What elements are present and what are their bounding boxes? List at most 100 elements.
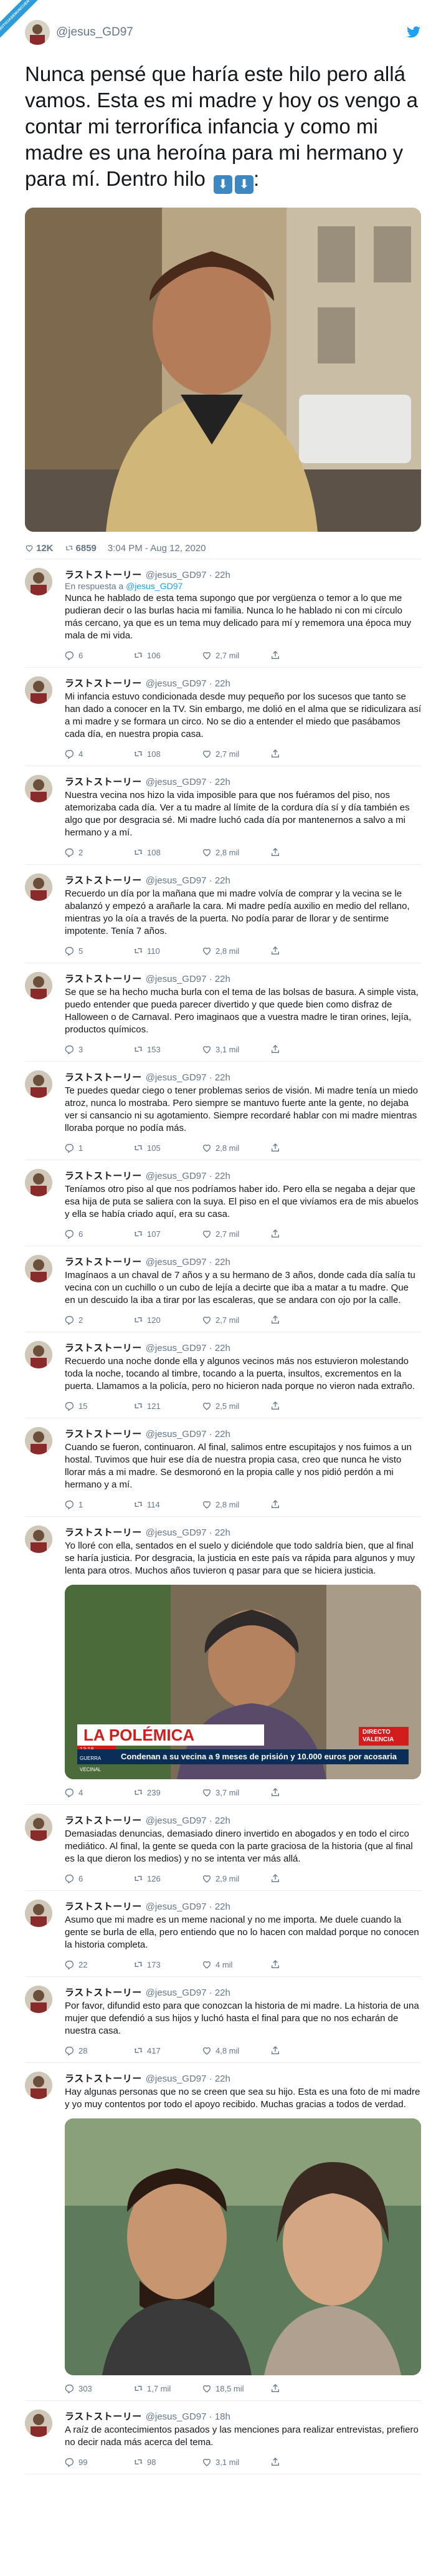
time-ago[interactable]: · 22h bbox=[209, 875, 230, 886]
reply-button[interactable]: 15 bbox=[65, 1401, 133, 1411]
reply-tweet[interactable]: ラストストーリー @jesus_GD97 · 22h Mi infancia est… bbox=[25, 668, 421, 766]
like-button[interactable]: 2,7 mil bbox=[202, 749, 270, 759]
reply-button[interactable]: 5 bbox=[65, 946, 133, 956]
retweet-button[interactable]: 417 bbox=[133, 2045, 202, 2055]
user-handle[interactable]: @jesus_GD97 bbox=[146, 1901, 207, 1912]
retweet-button[interactable]: 1,7 mil bbox=[133, 2383, 202, 2393]
reply-tweet[interactable]: ラストストーリー @jesus_GD97 · 22h Por favor, difu… bbox=[25, 1977, 421, 2063]
time-ago[interactable]: · 18h bbox=[209, 2411, 230, 2422]
retweet-button[interactable]: 106 bbox=[133, 650, 202, 660]
reply-tweet[interactable]: ラストストーリー @jesus_GD97 · 22h Nuestra vecina … bbox=[25, 766, 421, 865]
reply-tweet[interactable]: ラストストーリー @jesus_GD97 · 22h En respuesta a … bbox=[25, 559, 421, 668]
share-button[interactable] bbox=[270, 1787, 289, 1797]
like-button[interactable]: 2,7 mil bbox=[202, 1229, 270, 1239]
user-handle[interactable]: @jesus_GD97 bbox=[146, 1815, 207, 1826]
like-button[interactable]: 2,7 mil bbox=[202, 650, 270, 660]
time-ago[interactable]: · 22h bbox=[209, 1072, 230, 1083]
share-button[interactable] bbox=[270, 650, 289, 660]
user-handle[interactable]: @jesus_GD97 bbox=[146, 1072, 207, 1083]
time-ago[interactable]: · 22h bbox=[209, 678, 230, 689]
like-button[interactable]: 2,8 mil bbox=[202, 946, 270, 956]
display-name[interactable]: ラストストーリー bbox=[65, 1815, 142, 1826]
share-button[interactable] bbox=[270, 749, 289, 759]
avatar[interactable] bbox=[25, 1070, 52, 1098]
avatar[interactable] bbox=[25, 2410, 52, 2437]
like-button[interactable]: 3,1 mil bbox=[202, 1044, 270, 1054]
display-name[interactable]: ラストストーリー bbox=[65, 974, 142, 984]
time-ago[interactable]: · 22h bbox=[209, 1815, 230, 1826]
user-handle[interactable]: @jesus_GD97 bbox=[146, 1429, 207, 1439]
avatar[interactable] bbox=[25, 1341, 52, 1368]
avatar[interactable] bbox=[25, 568, 52, 595]
news-screenshot[interactable]: LA POLÉMICADIRECTOVALENCIA13:18GUERRA VE… bbox=[65, 1585, 421, 1779]
user-handle[interactable]: @jesus_GD97 bbox=[146, 2074, 207, 2084]
reply-button[interactable]: 4 bbox=[65, 1787, 133, 1797]
display-name[interactable]: ラストストーリー bbox=[65, 875, 142, 886]
display-name[interactable]: ラストストーリー bbox=[65, 2411, 142, 2422]
like-button[interactable]: 2,7 mil bbox=[202, 1315, 270, 1325]
display-name[interactable]: ラストストーリー bbox=[65, 1987, 142, 1998]
user-handle[interactable]: @jesus_GD97 bbox=[146, 777, 207, 787]
twitter-logo-icon[interactable] bbox=[406, 26, 421, 39]
retweet-button[interactable]: 108 bbox=[133, 847, 202, 857]
like-button[interactable]: 3,1 mil bbox=[202, 2457, 270, 2467]
retweet-button[interactable]: 239 bbox=[133, 1787, 202, 1797]
user-handle[interactable]: @jesus_GD97 bbox=[146, 974, 207, 984]
like-button[interactable]: 18,5 mil bbox=[202, 2383, 270, 2393]
mother-son-photo[interactable] bbox=[65, 2118, 421, 2375]
reply-button[interactable]: 2 bbox=[65, 847, 133, 857]
reply-button[interactable]: 4 bbox=[65, 749, 133, 759]
retweet-count[interactable]: 6859 bbox=[65, 543, 97, 554]
time-ago[interactable]: · 22h bbox=[209, 2074, 230, 2084]
display-name[interactable]: ラストストーリー bbox=[65, 1343, 142, 1353]
reply-tweet[interactable]: ラストストーリー @jesus_GD97 · 22h Recuerdo una no… bbox=[25, 1332, 421, 1418]
retweet-button[interactable]: 105 bbox=[133, 1143, 202, 1153]
share-button[interactable] bbox=[270, 1401, 289, 1411]
share-button[interactable] bbox=[270, 946, 289, 956]
user-handle[interactable]: @jesus_GD97 bbox=[146, 875, 207, 886]
share-button[interactable] bbox=[270, 2045, 289, 2055]
time-ago[interactable]: · 22h bbox=[209, 1429, 230, 1439]
reply-tweet[interactable]: ラストストーリー @jesus_GD97 · 22h Yo lloré con el… bbox=[25, 1517, 421, 1805]
tweet-timestamp[interactable]: 3:04 PM - Aug 12, 2020 bbox=[108, 543, 206, 554]
display-name[interactable]: ラストストーリー bbox=[65, 1072, 142, 1083]
display-name[interactable]: ラストストーリー bbox=[65, 1429, 142, 1439]
reply-tweet[interactable]: ラストストーリー @jesus_GD97 · 22h Recuerdo un día… bbox=[25, 865, 421, 963]
retweet-button[interactable]: 121 bbox=[133, 1401, 202, 1411]
reply-button[interactable]: 6 bbox=[65, 650, 133, 660]
display-name[interactable]: ラストストーリー bbox=[65, 570, 142, 580]
avatar[interactable] bbox=[25, 676, 52, 704]
retweet-button[interactable]: 120 bbox=[133, 1315, 202, 1325]
reply-tweet[interactable]: ラストストーリー @jesus_GD97 · 22h Se que se ha he… bbox=[25, 963, 421, 1062]
retweet-button[interactable]: 153 bbox=[133, 1044, 202, 1054]
share-button[interactable] bbox=[270, 2383, 289, 2393]
reply-button[interactable]: 1 bbox=[65, 1499, 133, 1509]
avatar[interactable] bbox=[25, 2072, 52, 2099]
avatar[interactable] bbox=[25, 1169, 52, 1196]
user-handle[interactable]: @jesus_GD97 bbox=[146, 1987, 207, 1998]
in-reply-handle-link[interactable]: @jesus_GD97 bbox=[126, 581, 182, 591]
share-button[interactable] bbox=[270, 1229, 289, 1239]
display-name[interactable]: ラストストーリー bbox=[65, 2074, 142, 2084]
reply-tweet[interactable]: ラストストーリー @jesus_GD97 · 22h Cuando se fuero… bbox=[25, 1418, 421, 1517]
avatar[interactable] bbox=[25, 1986, 52, 2013]
reply-button[interactable]: 3 bbox=[65, 1044, 133, 1054]
display-name[interactable]: ラストストーリー bbox=[65, 777, 142, 787]
reply-button[interactable]: 1 bbox=[65, 1143, 133, 1153]
retweet-button[interactable]: 108 bbox=[133, 749, 202, 759]
reply-button[interactable]: 22 bbox=[65, 1959, 133, 1969]
reply-button[interactable]: 303 bbox=[65, 2383, 133, 2393]
time-ago[interactable]: · 22h bbox=[209, 777, 230, 787]
user-handle[interactable]: @jesus_GD97 bbox=[146, 678, 207, 689]
avatar[interactable] bbox=[25, 873, 52, 901]
user-handle[interactable]: @jesus_GD97 bbox=[146, 1171, 207, 1181]
like-button[interactable]: 2,8 mil bbox=[202, 847, 270, 857]
time-ago[interactable]: · 22h bbox=[209, 1987, 230, 1998]
time-ago[interactable]: · 22h bbox=[209, 1257, 230, 1267]
share-button[interactable] bbox=[270, 1044, 289, 1054]
reply-tweet[interactable]: ラストストーリー @jesus_GD97 · 18h A raíz de acont… bbox=[25, 2401, 421, 2474]
user-handle[interactable]: @jesus_GD97 bbox=[146, 2411, 207, 2422]
time-ago[interactable]: · 22h bbox=[209, 974, 230, 984]
display-name[interactable]: ラストストーリー bbox=[65, 1257, 142, 1267]
reply-tweet[interactable]: ラストストーリー @jesus_GD97 · 22h Teníamos otro p… bbox=[25, 1160, 421, 1246]
